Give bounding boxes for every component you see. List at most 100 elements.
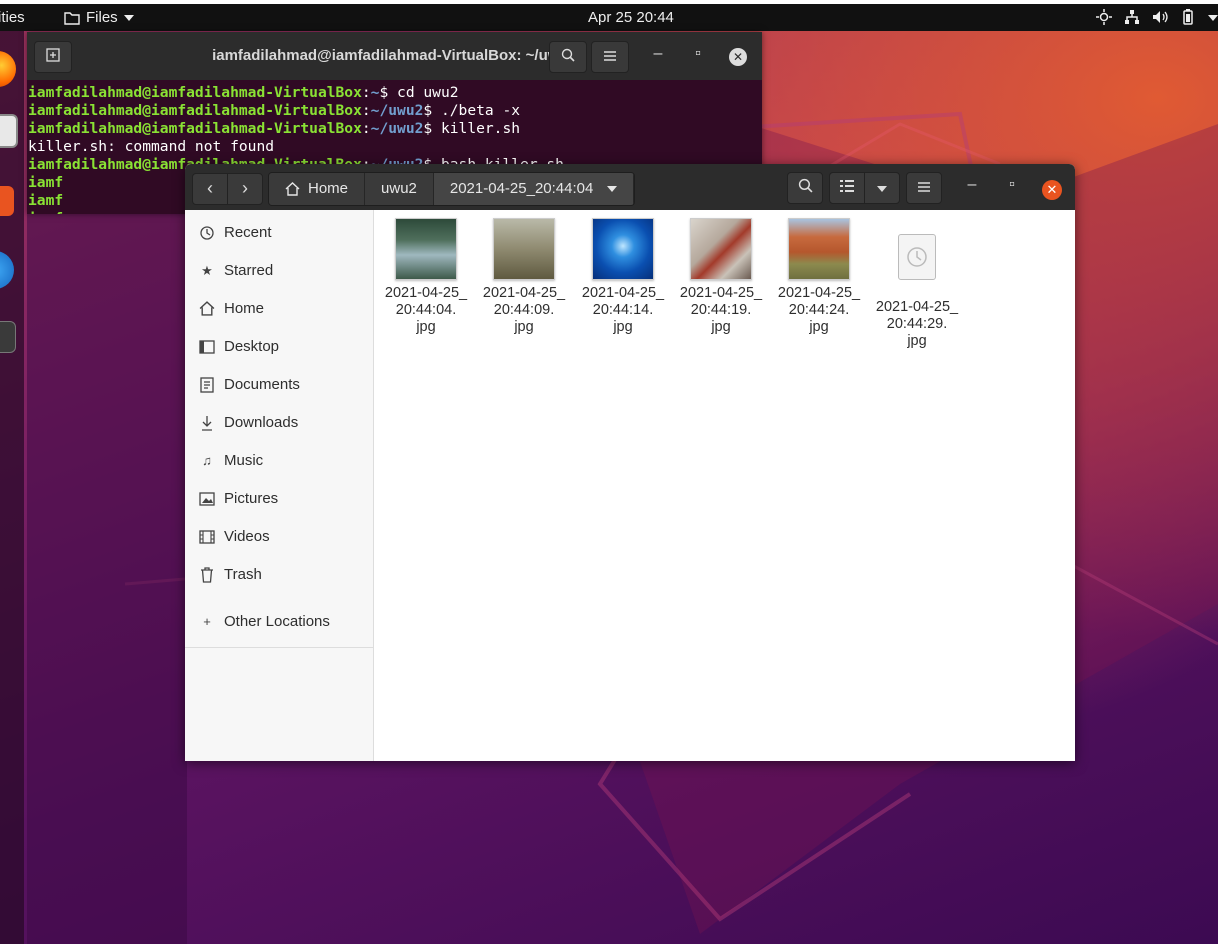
- sidebar-item-music[interactable]: ♫ Music: [199, 452, 263, 469]
- sidebar-other-locations[interactable]: + Other Locations: [199, 613, 330, 630]
- chevron-down-icon: [607, 186, 618, 192]
- network-icon: [1125, 10, 1139, 24]
- search-icon: [561, 48, 575, 62]
- sidebar-item-label: Other Locations: [224, 613, 330, 630]
- file-item[interactable]: 2021-04-25_ 20:44:29. jpg: [872, 218, 962, 350]
- files-menu-label: Files: [86, 9, 118, 26]
- sidebar-item-label: Home: [224, 300, 265, 317]
- files-search-button[interactable]: [787, 172, 823, 204]
- files-maximize-button[interactable]: ▫: [1002, 176, 1022, 194]
- files-menu-button[interactable]: [906, 172, 942, 204]
- path-home-label: Home: [308, 180, 349, 197]
- files-minimize-button[interactable]: –: [962, 176, 982, 194]
- terminal-prompt-user: iamf: [28, 192, 64, 209]
- terminal-prompt-user: iamfadilahmad@iamfadilahmad-VirtualBox: [28, 120, 362, 137]
- sidebar-item-videos[interactable]: Videos: [199, 528, 270, 545]
- sidebar-item-documents[interactable]: Documents: [199, 376, 300, 393]
- back-button[interactable]: ‹: [192, 173, 228, 205]
- terminal-line: iamfadilahmad@iamfadilahmad-VirtualBox:~…: [28, 120, 762, 138]
- forward-button[interactable]: ›: [227, 173, 263, 205]
- file-item[interactable]: 2021-04-25_ 20:44:09. jpg: [479, 218, 569, 336]
- file-name: 2021-04-25_ 20:44:19. jpg: [679, 285, 763, 335]
- file-view[interactable]: 2021-04-25_ 20:44:04. jpg 2021-04-25_ 20:44…: [374, 210, 1075, 761]
- file-name: 2021-04-25_ 20:44:04. jpg: [384, 285, 468, 335]
- terminal-line: iamfadilahmad@iamfadilahmad-VirtualBox:~…: [28, 84, 762, 102]
- terminal-prompt-colon: :: [361, 84, 371, 101]
- activities-button[interactable]: ities: [0, 9, 25, 26]
- video-icon: [199, 529, 215, 545]
- files-dock-icon[interactable]: [0, 114, 18, 148]
- terminal-dock-icon[interactable]: [0, 321, 16, 353]
- file-item[interactable]: 2021-04-25_ 20:44:04. jpg: [381, 218, 471, 336]
- path-bar: Home uwu2 2021-04-25_20:44:04: [268, 172, 636, 206]
- list-view-button[interactable]: [829, 172, 865, 204]
- chevron-down-icon: [877, 186, 887, 192]
- firefox-icon[interactable]: [0, 51, 16, 87]
- search-icon: [798, 178, 813, 193]
- sidebar-item-label: Videos: [224, 528, 270, 545]
- sidebar-item-label: Recent: [224, 224, 272, 241]
- sidebar-item-downloads[interactable]: Downloads: [199, 414, 298, 431]
- file-item[interactable]: 2021-04-25_ 20:44:19. jpg: [676, 218, 766, 336]
- view-options-button[interactable]: [864, 172, 900, 204]
- file-item[interactable]: 2021-04-25_ 20:44:14. jpg: [578, 218, 668, 336]
- system-tray[interactable]: [1096, 9, 1218, 25]
- terminal-titlebar[interactable]: iamfadilahmad@iamfadilahmad-VirtualBox: …: [27, 32, 762, 80]
- file-name: 2021-04-25_ 20:44:24. jpg: [777, 285, 861, 335]
- image-thumbnail: [788, 218, 850, 280]
- terminal-prompt-user: iamf: [28, 174, 64, 191]
- terminal-minimize-button[interactable]: –: [648, 45, 668, 63]
- sidebar-item-home[interactable]: Home: [199, 300, 264, 317]
- help-icon[interactable]: [0, 251, 14, 289]
- dock: [0, 31, 24, 944]
- terminal-maximize-button[interactable]: ▫: [688, 45, 708, 63]
- files-window[interactable]: ‹ › Home uwu2 2021-04-25_20:44:04 – ▫ ✕ …: [185, 164, 1075, 761]
- terminal-command: $ cd uwu2: [379, 84, 459, 101]
- image-thumbnail: [395, 218, 457, 280]
- terminal-line: killer.sh: command not found: [28, 138, 762, 156]
- sidebar-item-trash[interactable]: Trash: [199, 566, 262, 583]
- terminal-line: iamfadilahmad@iamfadilahmad-VirtualBox:~…: [28, 102, 762, 120]
- path-home[interactable]: Home: [269, 173, 366, 205]
- star-icon: ★: [201, 262, 213, 278]
- sidebar-item-desktop[interactable]: Desktop: [199, 338, 279, 355]
- file-name: 2021-04-25_ 20:44:29. jpg: [875, 299, 959, 349]
- plus-icon: +: [203, 614, 211, 629]
- path-crumb-current[interactable]: 2021-04-25_20:44:04: [433, 173, 635, 205]
- sidebar-item-label: Desktop: [224, 338, 280, 355]
- sidebar-item-label: Starred: [224, 262, 274, 279]
- path-crumb-label: uwu2: [381, 180, 417, 197]
- terminal-prompt-user: iamfadilahmad@iamfadilahmad-VirtualBox: [28, 102, 362, 119]
- files-close-button[interactable]: ✕: [1042, 180, 1062, 200]
- clock-icon: [907, 247, 927, 267]
- desktop-icon: [199, 339, 215, 355]
- picture-icon: [199, 491, 215, 507]
- terminal-command: $ killer.sh: [423, 120, 521, 137]
- image-thumbnail: [592, 218, 654, 280]
- loading-thumbnail: [898, 234, 936, 280]
- sidebar-item-starred[interactable]: ★ Starred: [199, 262, 273, 279]
- sidebar-item-label: Pictures: [224, 490, 279, 507]
- document-icon: [199, 376, 215, 393]
- files-app-menu[interactable]: Files: [64, 9, 134, 26]
- clock[interactable]: Apr 25 20:44: [588, 9, 674, 26]
- file-item[interactable]: 2021-04-25_ 20:44:24. jpg: [774, 218, 864, 336]
- image-thumbnail: [690, 218, 752, 280]
- software-icon[interactable]: [0, 186, 14, 216]
- folder-icon: [64, 11, 80, 25]
- places-sidebar: Recent ★ Starred Home Desktop Documents …: [185, 210, 374, 761]
- chevron-down-icon: [123, 14, 134, 21]
- hamburger-icon: [604, 51, 616, 61]
- path-crumb-label: 2021-04-25_20:44:04: [449, 180, 594, 197]
- terminal-close-button[interactable]: ✕: [729, 48, 747, 66]
- terminal-output-text: killer.sh: command not found: [28, 138, 275, 155]
- download-icon: [199, 415, 215, 431]
- terminal-menu-button[interactable]: [591, 41, 629, 73]
- sidebar-item-pictures[interactable]: Pictures: [199, 490, 278, 507]
- sidebar-item-label: Music: [224, 452, 264, 469]
- terminal-search-button[interactable]: [549, 41, 587, 73]
- path-crumb-uwu2[interactable]: uwu2: [365, 173, 434, 205]
- sidebar-item-recent[interactable]: Recent: [199, 224, 272, 241]
- files-headerbar[interactable]: ‹ › Home uwu2 2021-04-25_20:44:04 – ▫ ✕: [185, 164, 1075, 210]
- music-icon: ♫: [202, 453, 212, 468]
